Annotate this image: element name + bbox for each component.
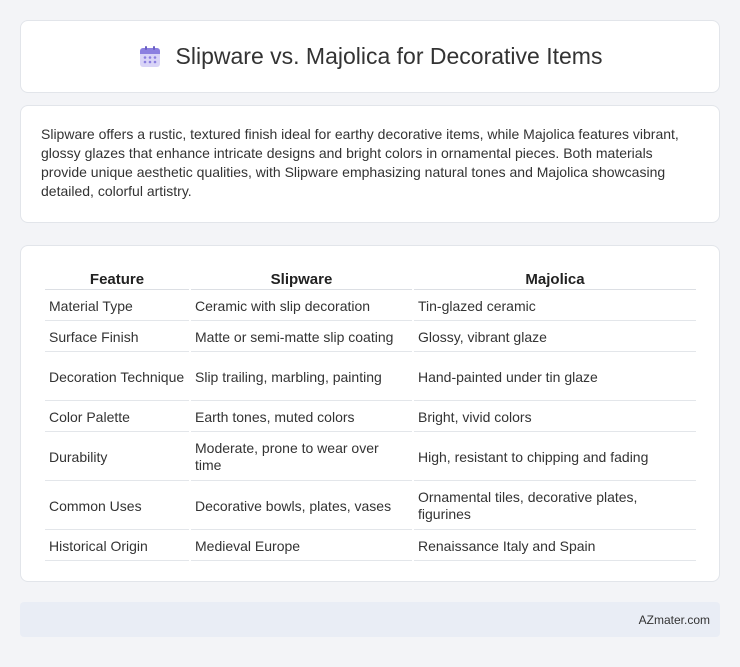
cell-majolica: Hand-painted under tin glaze xyxy=(414,354,696,401)
table-row: Decoration Technique Slip trailing, marb… xyxy=(45,354,696,401)
table-row: Surface Finish Matte or semi-matte slip … xyxy=(45,323,696,352)
table-row: Durability Moderate, prone to wear over … xyxy=(45,434,696,481)
cell-feature: Common Uses xyxy=(45,483,189,530)
cell-feature: Durability xyxy=(45,434,189,481)
header-feature: Feature xyxy=(45,268,189,290)
cell-majolica: High, resistant to chipping and fading xyxy=(414,434,696,481)
cell-slipware: Moderate, prone to wear over time xyxy=(191,434,412,481)
cell-slipware: Earth tones, muted colors xyxy=(191,403,412,432)
cell-slipware: Ceramic with slip decoration xyxy=(191,292,412,321)
cell-slipware: Slip trailing, marbling, painting xyxy=(191,354,412,401)
table-row: Material Type Ceramic with slip decorati… xyxy=(45,292,696,321)
cell-slipware: Medieval Europe xyxy=(191,532,412,561)
cell-feature: Material Type xyxy=(45,292,189,321)
header-slipware: Slipware xyxy=(191,268,412,290)
cell-feature: Historical Origin xyxy=(45,532,189,561)
comparison-table: Feature Slipware Majolica Material Type … xyxy=(43,266,698,563)
cell-slipware: Decorative bowls, plates, vases xyxy=(191,483,412,530)
cell-feature: Color Palette xyxy=(45,403,189,432)
summary-card: Slipware offers a rustic, textured finis… xyxy=(20,105,720,223)
cell-majolica: Renaissance Italy and Spain xyxy=(414,532,696,561)
title-card: Slipware vs. Majolica for Decorative Ite… xyxy=(20,20,720,93)
header-majolica: Majolica xyxy=(414,268,696,290)
cell-majolica: Glossy, vibrant glaze xyxy=(414,323,696,352)
table-row: Common Uses Decorative bowls, plates, va… xyxy=(45,483,696,530)
cell-feature: Surface Finish xyxy=(45,323,189,352)
table-row: Color Palette Earth tones, muted colors … xyxy=(45,403,696,432)
footer: AZmater.com xyxy=(20,602,720,637)
calendar-icon xyxy=(138,45,162,69)
cell-majolica: Bright, vivid colors xyxy=(414,403,696,432)
table-header-row: Feature Slipware Majolica xyxy=(45,268,696,290)
footer-brand-link[interactable]: AZmater.com xyxy=(639,613,710,627)
cell-slipware: Matte or semi-matte slip coating xyxy=(191,323,412,352)
cell-feature: Decoration Technique xyxy=(45,354,189,401)
cell-majolica: Ornamental tiles, decorative plates, fig… xyxy=(414,483,696,530)
page-title: Slipware vs. Majolica for Decorative Ite… xyxy=(175,43,603,69)
cell-majolica: Tin-glazed ceramic xyxy=(414,292,696,321)
summary-text: Slipware offers a rustic, textured finis… xyxy=(41,126,679,199)
table-row: Historical Origin Medieval Europe Renais… xyxy=(45,532,696,561)
comparison-table-card: Feature Slipware Majolica Material Type … xyxy=(20,245,720,582)
